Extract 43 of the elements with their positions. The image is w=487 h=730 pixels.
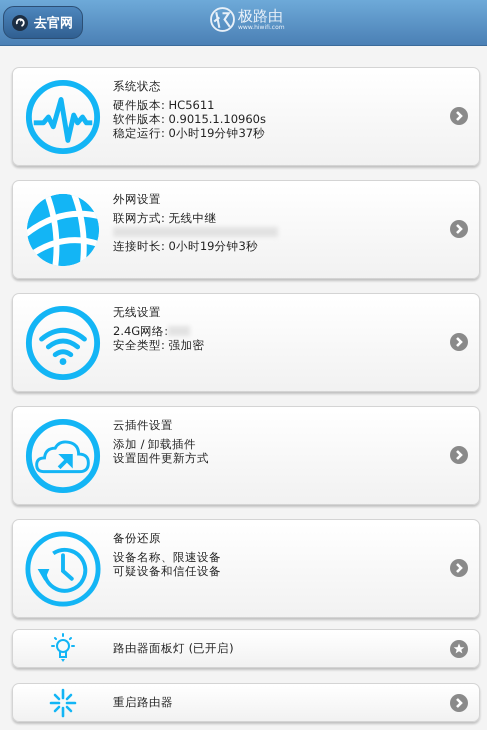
card-title: 外网设置	[113, 191, 161, 208]
card-title: 系统状态	[113, 78, 161, 95]
settings-card[interactable]: 云插件设置 添加 / 卸载插件 设置固件更新方式	[12, 406, 480, 505]
chevron-right-icon	[450, 446, 468, 464]
light-bulb-icon	[48, 632, 78, 664]
card-title: 备份还原	[113, 530, 161, 547]
settings-card[interactable]: 系统状态 硬件版本: HC5611 软件版本: 0.9015.1.10960s 稳定运行: 0小时19分钟37秒	[12, 67, 480, 166]
blurred-value	[168, 326, 190, 336]
card-detail: 软件版本: 0.9015.1.10960s	[113, 112, 266, 126]
card-title: 无线设置	[113, 304, 161, 321]
chevron-right-icon	[450, 333, 468, 351]
globe-icon	[24, 191, 102, 269]
chevron-right-icon	[450, 107, 468, 125]
row-label: 路由器面板灯 (已开启)	[113, 641, 235, 656]
refresh-icon	[12, 14, 28, 30]
card-detail: 联网方式: 无线中继	[113, 211, 217, 225]
card-detail: 2.4G网络:	[113, 324, 168, 338]
card-detail: 可疑设备和信任设备	[113, 564, 221, 578]
chevron-right-icon	[450, 220, 468, 238]
wifi-icon	[24, 304, 102, 382]
logo-name: 极路由	[238, 8, 283, 24]
card-detail: 设置固件更新方式	[113, 451, 209, 465]
settings-card[interactable]: 备份还原 设备名称、限速设备 可疑设备和信任设备	[12, 519, 480, 618]
row-label: 重启路由器	[113, 695, 174, 710]
pulse-icon	[24, 78, 102, 156]
settings-row[interactable]: 路由器面板灯 (已开启)	[12, 629, 480, 668]
settings-card[interactable]: 外网设置 联网方式: 无线中继 连接时长: 0小时19分钟3秒	[12, 180, 480, 279]
history-icon	[24, 530, 102, 608]
card-detail: 设备名称、限速设备	[113, 550, 221, 564]
chevron-right-icon	[450, 559, 468, 577]
card-title: 云插件设置	[113, 417, 173, 434]
card-detail: 连接时长: 0小时19分钟3秒	[113, 239, 258, 253]
loading-spinner-icon	[48, 686, 78, 718]
settings-row[interactable]: 重启路由器	[12, 683, 480, 722]
logo-icon	[210, 7, 235, 32]
card-detail: 添加 / 卸载插件	[113, 437, 196, 451]
cloud-upload-icon	[24, 417, 102, 495]
card-detail: 安全类型: 强加密	[113, 338, 205, 352]
settings-card[interactable]: 无线设置 2.4G网络: 安全类型: 强加密	[12, 293, 480, 392]
chevron-right-icon	[450, 694, 468, 712]
card-detail: 稳定运行: 0小时19分钟37秒	[113, 126, 266, 140]
back-button[interactable]: 去官网	[3, 6, 83, 39]
card-detail: 硬件版本: HC5611	[113, 98, 214, 112]
